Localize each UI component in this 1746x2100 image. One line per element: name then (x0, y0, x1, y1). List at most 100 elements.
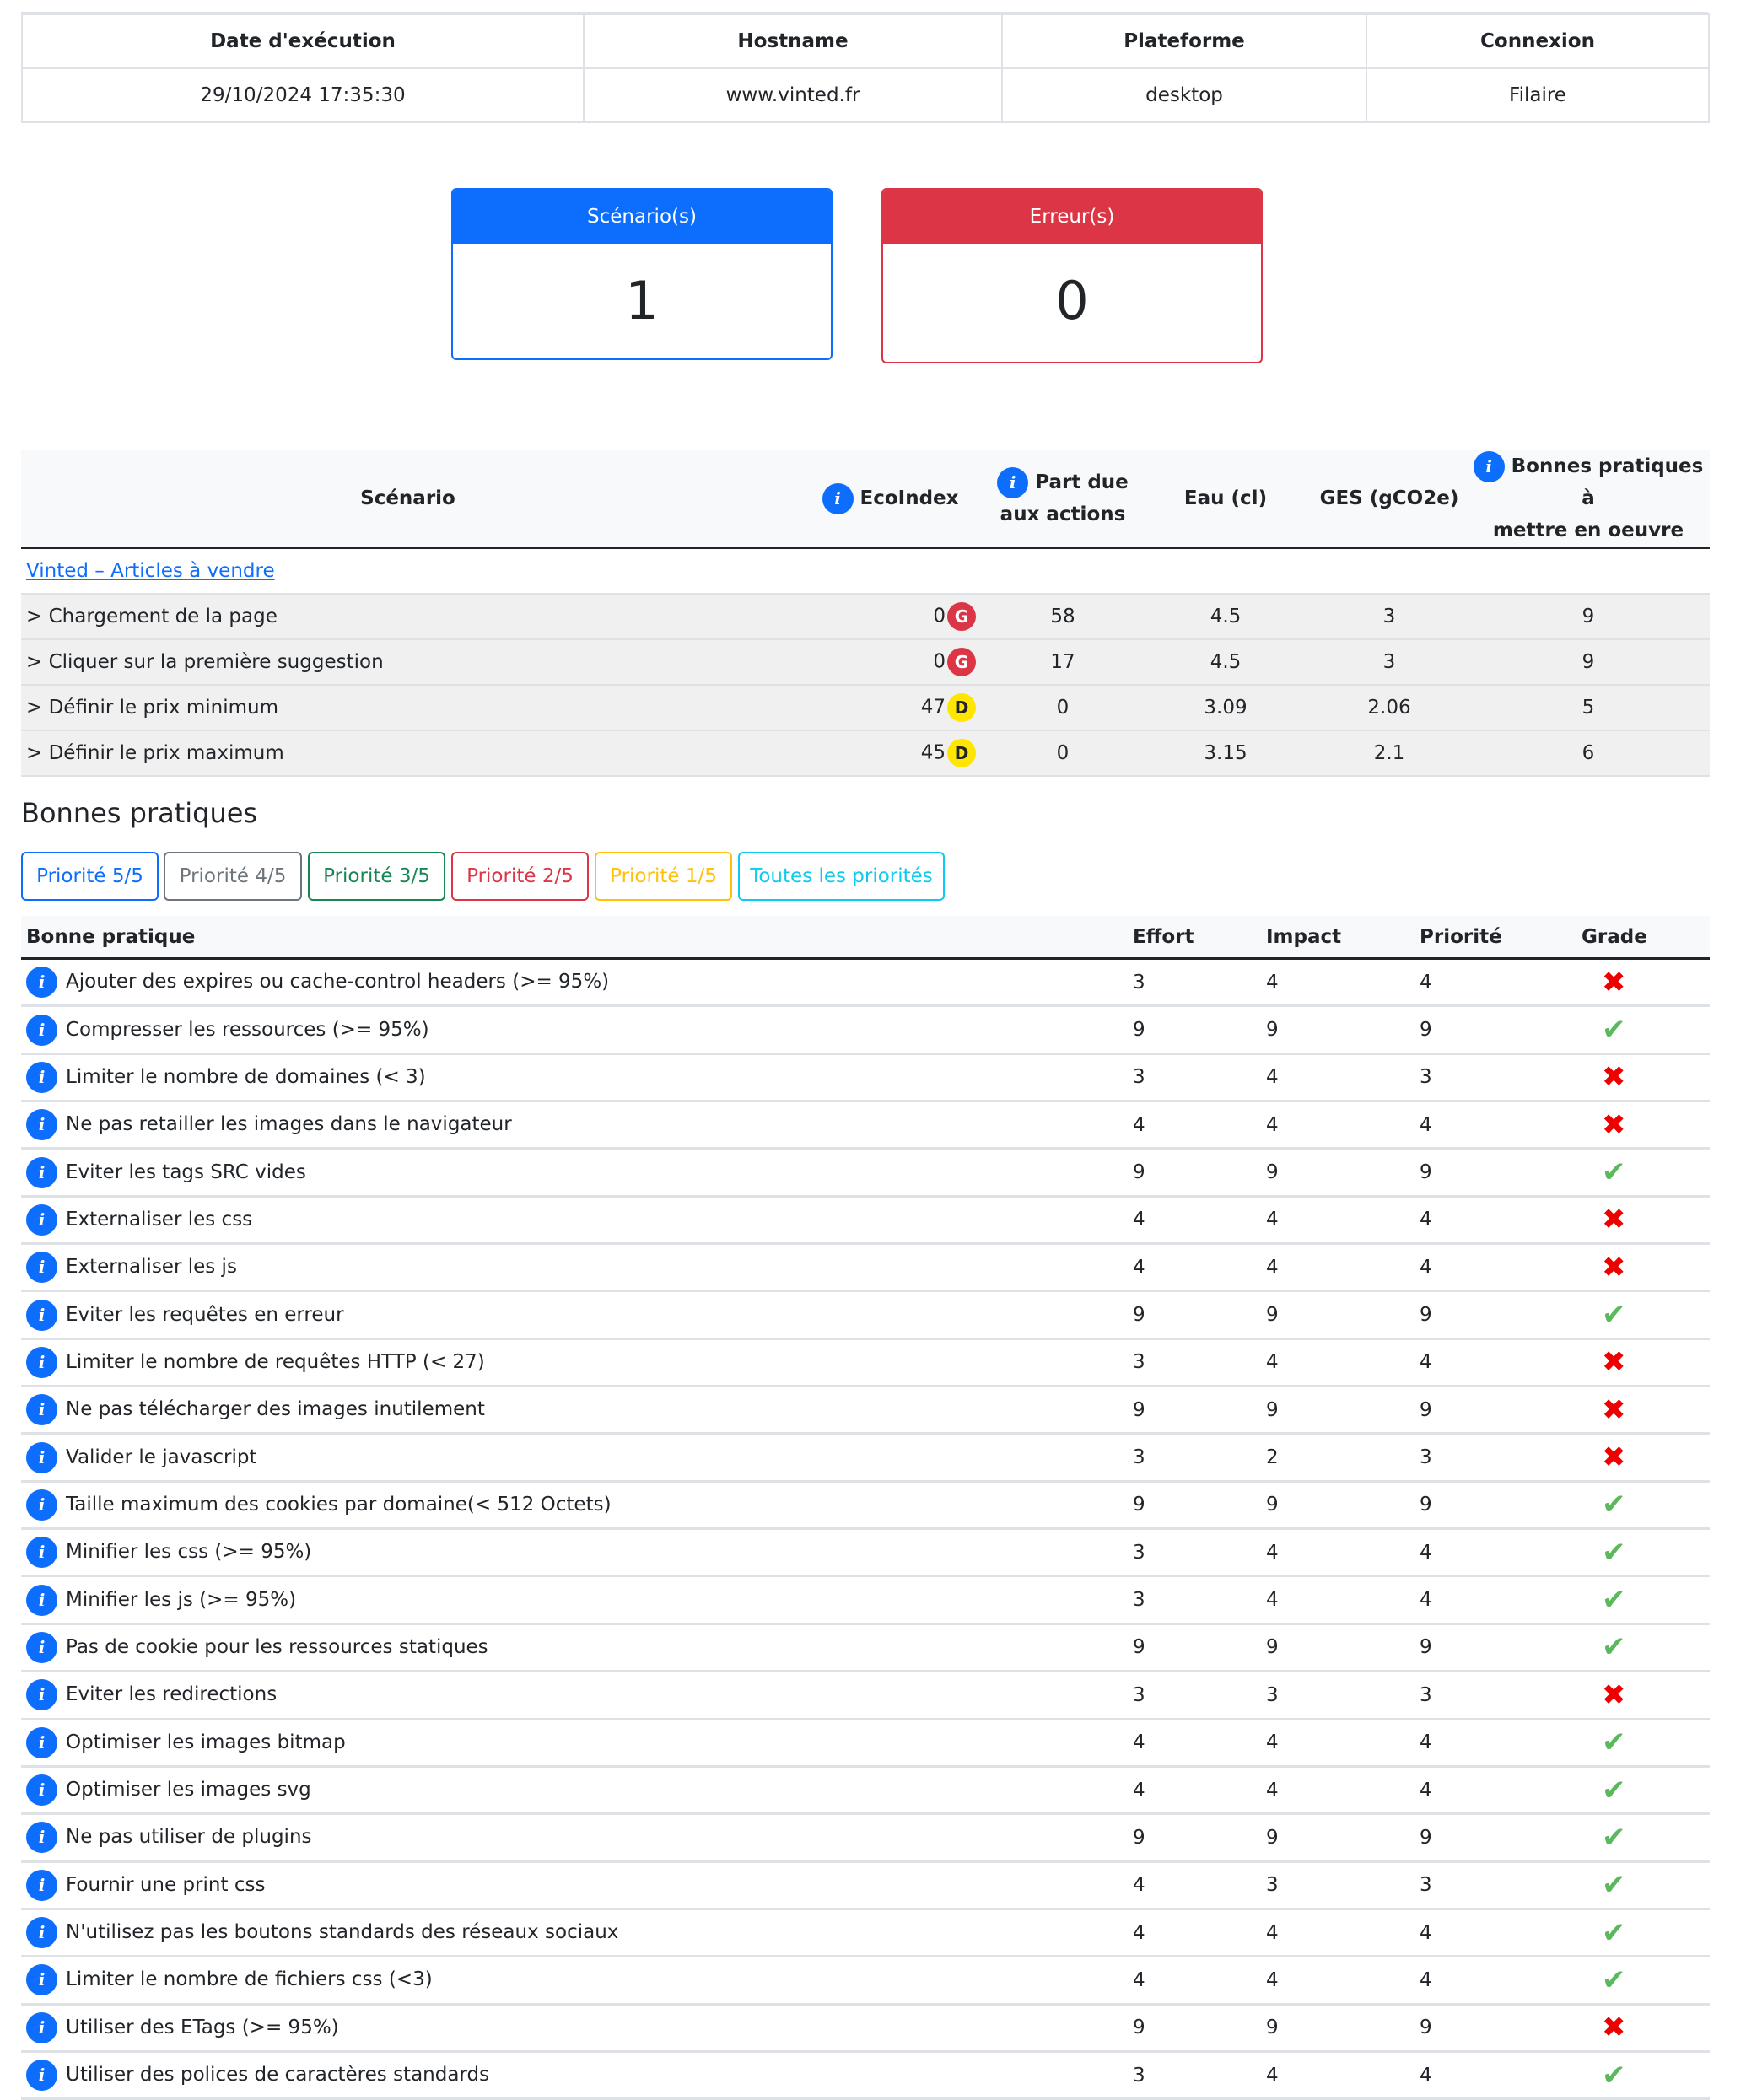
practice-name: Limiter le nombre de domaines (< 3) (66, 1065, 426, 1088)
practice-priority: 4 (1415, 1766, 1576, 1816)
col-best-practices: i Bonnes pratiques à mettre en oeuvre (1467, 450, 1710, 549)
practice-info-icon[interactable]: i (26, 1346, 57, 1378)
cross-icon: ✖ (1602, 1392, 1626, 1427)
practice-impact: 4 (1261, 1243, 1415, 1293)
practice-info-icon[interactable]: i (26, 967, 57, 999)
practice-info-icon[interactable]: i (26, 1726, 57, 1758)
filter-priority-3[interactable]: Priorité 3/5 (308, 852, 445, 901)
cross-icon: ✖ (1602, 2011, 1626, 2045)
check-icon: ✔ (1602, 1726, 1626, 1760)
practice-info-icon[interactable]: i (26, 1014, 57, 1046)
practice-impact: 9 (1261, 1148, 1415, 1198)
scenario-step-row[interactable]: > Chargement de la page 0 G 58 4.5 3 9 (21, 594, 1710, 640)
scenario-step-row[interactable]: > Cliquer sur la première suggestion 0 G 17… (21, 639, 1710, 686)
practice-info-icon[interactable]: i (26, 1822, 57, 1854)
step-name: > Définir le prix maximum (21, 730, 795, 777)
filter-all-priorities[interactable]: Toutes les priorités (738, 852, 945, 901)
practice-info-icon[interactable]: i (26, 1061, 57, 1093)
step-ecoindex-cell: 0G (795, 639, 986, 686)
practice-cell: i Limiter le nombre de domaines (< 3) (21, 1053, 1128, 1103)
practice-effort: 4 (1128, 1766, 1261, 1816)
practice-info-icon[interactable]: i (26, 1774, 57, 1807)
practice-info-icon[interactable]: i (26, 2011, 57, 2043)
practice-name: Taille maximum des cookies par domaine(<… (66, 1493, 612, 1516)
practice-effort: 4 (1128, 1101, 1261, 1150)
practice-cell: i Limiter le nombre de fichiers css (<3) (21, 1956, 1128, 2006)
practice-priority: 4 (1415, 1338, 1576, 1388)
step-ges: 3 (1312, 594, 1467, 640)
good-practice-row: i Taille maximum des cookies par domaine(… (21, 1481, 1710, 1531)
practice-grade: ✔ (1576, 1719, 1710, 1768)
scenario-step-row[interactable]: > Définir le prix maximum 45 D 0 3.15 2.1 6 (21, 730, 1710, 777)
practice-info-icon[interactable]: i (26, 1109, 57, 1141)
practice-info-icon[interactable]: i (26, 1584, 57, 1616)
practice-grade: ✔ (1576, 1575, 1710, 1625)
step-ges: 2.1 (1312, 730, 1467, 777)
practice-name: Optimiser les images svg (66, 1779, 311, 1801)
col-bp-line1: Bonnes pratiques à (1511, 455, 1704, 509)
good-practice-row: i Limiter le nombre de domaines (< 3) 3 4 3 ✖ (21, 1053, 1710, 1103)
good-practice-row: i Minifier les js (>= 95%) 3 4 4 ✔ (21, 1575, 1710, 1625)
step-best-practices: 9 (1467, 594, 1710, 640)
practice-info-icon[interactable]: i (26, 1394, 57, 1426)
practice-info-icon[interactable]: i (26, 1156, 57, 1188)
good-practice-row: i Ajouter des expires ou cache-control he… (21, 958, 1710, 1008)
practice-cell: i Utiliser des polices de caractères stan… (21, 2051, 1128, 2100)
check-icon: ✔ (1602, 1915, 1626, 1950)
header-hostname: Hostname (583, 13, 1003, 69)
practice-cell: i N'utilisez pas les boutons standards de… (21, 1909, 1128, 1958)
practice-info-icon[interactable]: i (26, 1299, 57, 1331)
part-actions-info-icon[interactable]: i (997, 467, 1029, 498)
practice-name: Fournir une print css (66, 1873, 266, 1896)
practice-effort: 9 (1128, 1005, 1261, 1055)
practice-cell: i Minifier les js (>= 95%) (21, 1575, 1128, 1625)
filter-priority-5[interactable]: Priorité 5/5 (21, 852, 159, 901)
good-practice-row: i Eviter les tags SRC vides 9 9 9 ✔ (21, 1148, 1710, 1198)
check-icon: ✔ (1602, 1773, 1626, 1807)
practice-info-icon[interactable]: i (26, 1679, 57, 1711)
check-icon: ✔ (1602, 1488, 1626, 1522)
practice-name: Minifier les css (>= 95%) (66, 1541, 312, 1564)
step-ges: 2.06 (1312, 685, 1467, 731)
filter-priority-1[interactable]: Priorité 1/5 (595, 852, 732, 901)
header-date: Date d'exécution (21, 13, 585, 69)
practice-cell: i Eviter les redirections (21, 1671, 1128, 1720)
practice-info-icon[interactable]: i (26, 1631, 57, 1663)
cross-icon: ✖ (1602, 965, 1626, 999)
practice-grade: ✔ (1576, 1148, 1710, 1198)
good-practice-row: i Limiter le nombre de requêtes HTTP (< 2… (21, 1338, 1710, 1388)
practice-priority: 4 (1415, 2051, 1576, 2100)
errors-count-card: Erreur(s) 0 (881, 188, 1263, 363)
practice-info-icon[interactable]: i (26, 1252, 57, 1284)
header-connection: Connexion (1366, 13, 1710, 69)
scenario-link[interactable]: Vinted – Articles à vendre (26, 560, 275, 582)
practice-info-icon[interactable]: i (26, 1537, 57, 1569)
practice-info-icon[interactable]: i (26, 1441, 57, 1473)
practice-info-icon[interactable]: i (26, 2060, 57, 2092)
practice-info-icon[interactable]: i (26, 1964, 57, 1996)
practice-name: Eviter les requêtes en erreur (66, 1303, 344, 1326)
good-practice-row: i Ne pas retailler les images dans le nav… (21, 1101, 1710, 1150)
practice-info-icon[interactable]: i (26, 1489, 57, 1521)
practice-grade: ✔ (1576, 1481, 1710, 1531)
step-ecoindex: 0 (933, 605, 946, 627)
practice-impact: 9 (1261, 2004, 1415, 2053)
filter-priority-2[interactable]: Priorité 2/5 (451, 852, 589, 901)
practice-info-icon[interactable]: i (26, 1203, 57, 1236)
practice-effort: 9 (1128, 2004, 1261, 2053)
good-practice-row: i Utiliser des ETags (>= 95%) 9 9 9 ✖ (21, 2004, 1710, 2053)
best-practices-info-icon[interactable]: i (1473, 451, 1505, 482)
step-name: > Chargement de la page (21, 594, 795, 640)
step-ges: 3 (1312, 639, 1467, 686)
practice-grade: ✖ (1576, 1671, 1710, 1720)
practice-info-icon[interactable]: i (26, 1869, 57, 1901)
practice-cell: i Optimiser les images svg (21, 1766, 1128, 1816)
check-icon: ✔ (1602, 1583, 1626, 1618)
good-practice-row: i Ne pas télécharger des images inutileme… (21, 1386, 1710, 1435)
scenario-step-row[interactable]: > Définir le prix minimum 47 D 0 3.09 2.06 5 (21, 685, 1710, 731)
ecoindex-info-icon[interactable]: i (822, 483, 854, 514)
check-icon: ✔ (1602, 1630, 1626, 1665)
practice-info-icon[interactable]: i (26, 1917, 57, 1949)
good-practice-row: i N'utilisez pas les boutons standards de… (21, 1909, 1710, 1958)
filter-priority-4[interactable]: Priorité 4/5 (164, 852, 302, 901)
